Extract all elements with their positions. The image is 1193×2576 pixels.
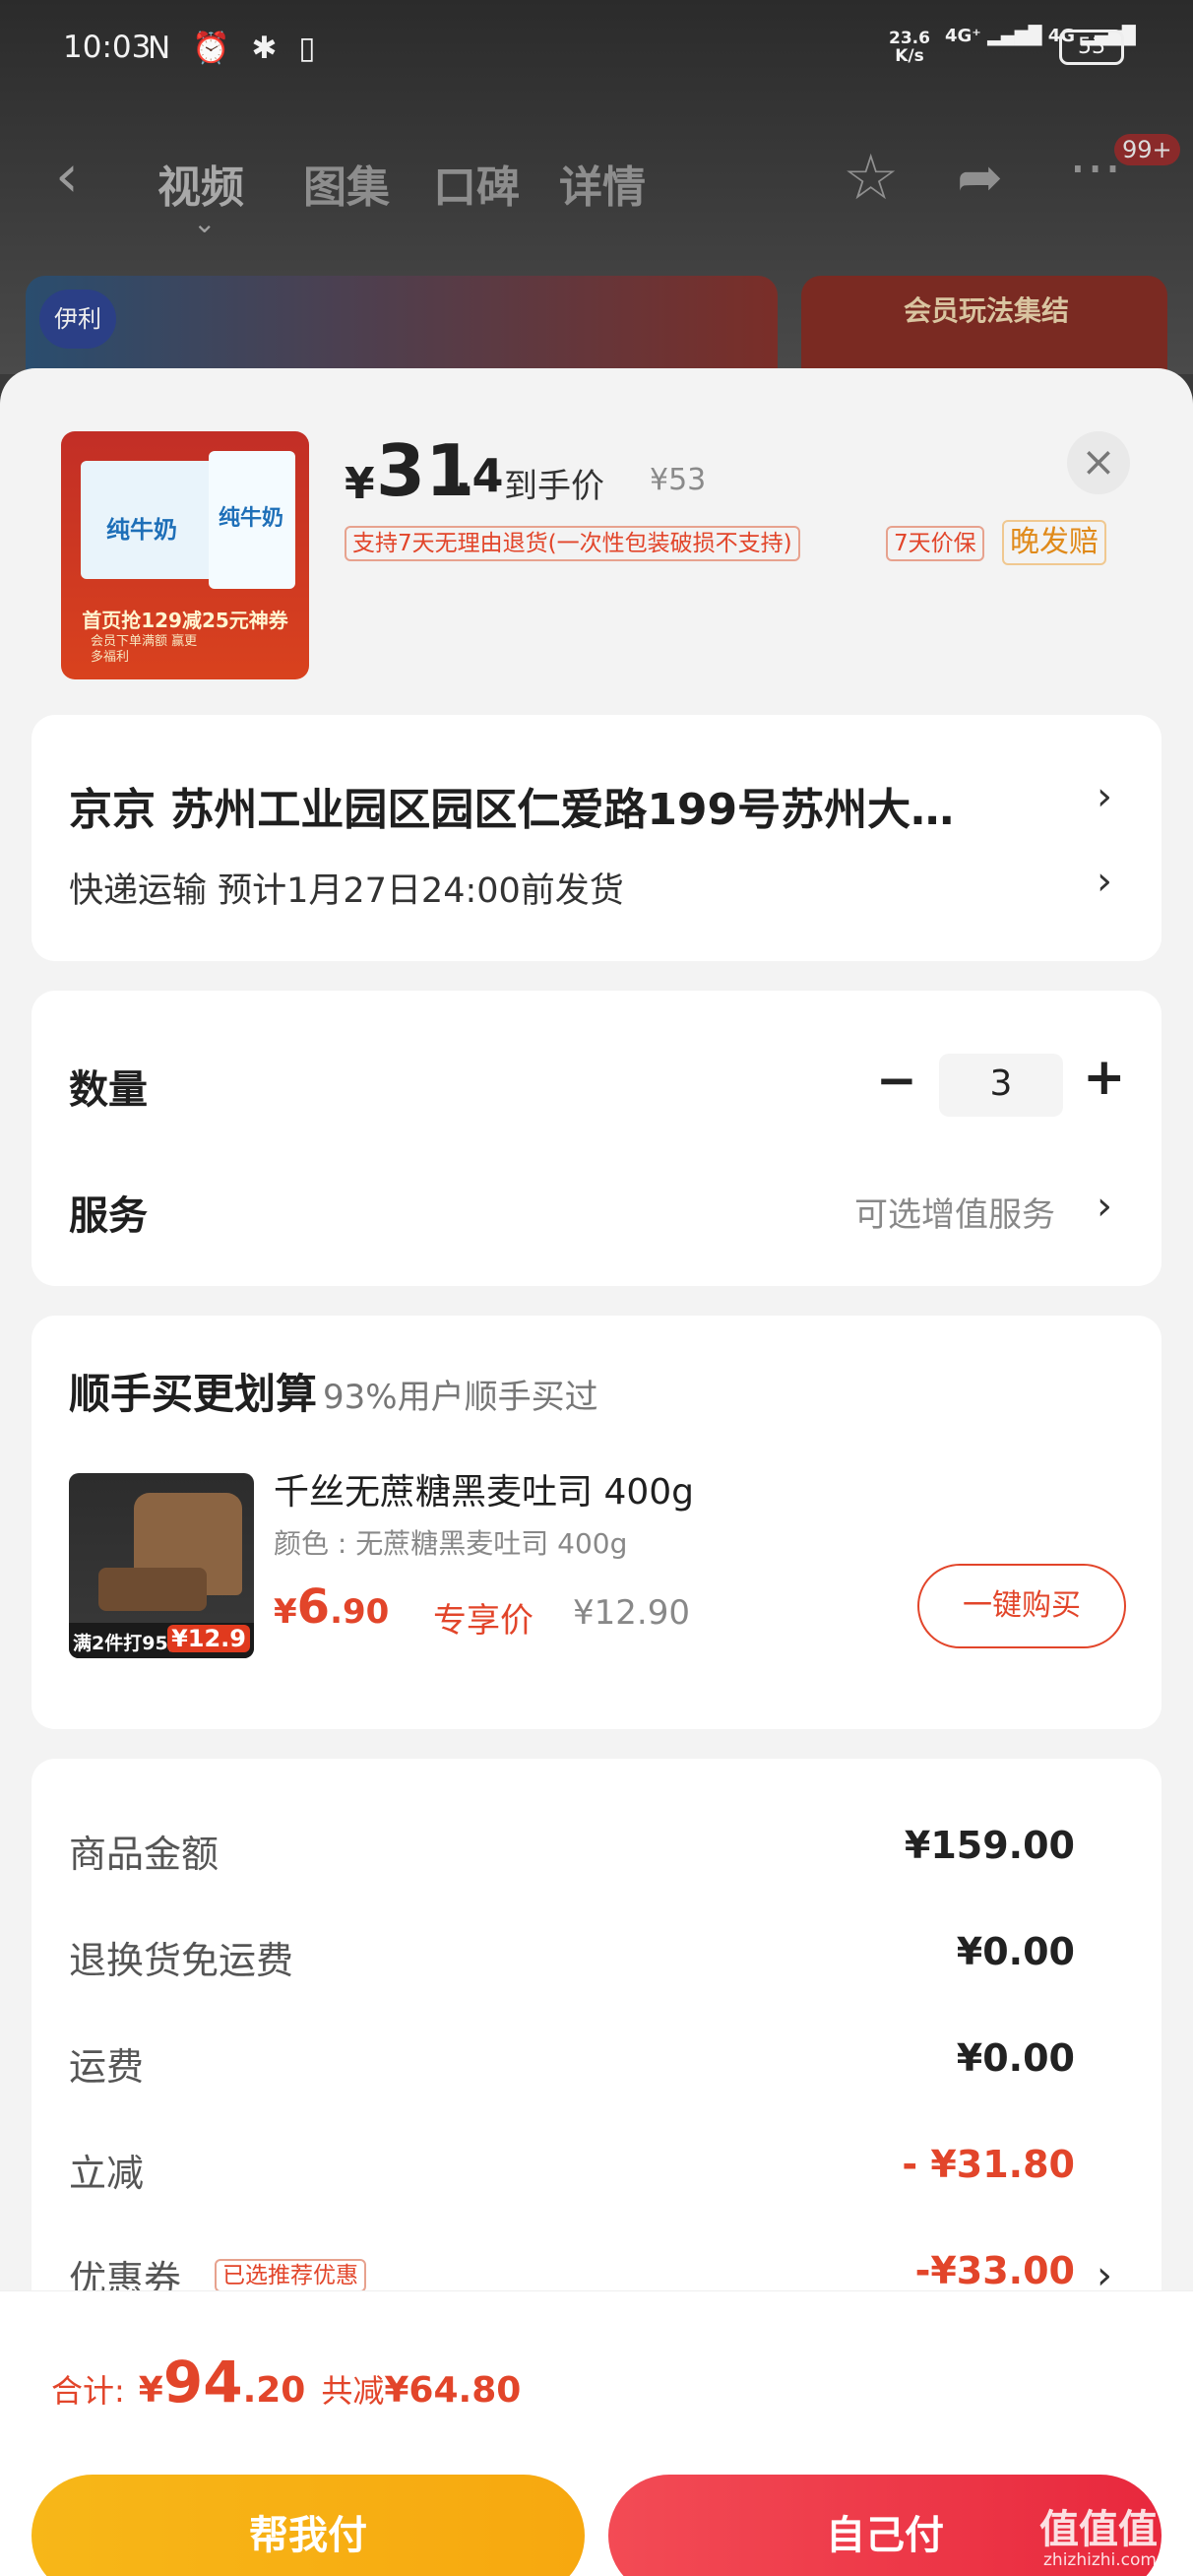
original-price: ¥53 <box>650 463 707 497</box>
total-integer: 94 <box>162 2349 243 2415</box>
total-decimal: .20 <box>242 2370 306 2411</box>
tag-price-protect: 7天价保 <box>886 526 984 561</box>
tab-reviews[interactable]: 口碑 <box>433 152 520 215</box>
summary-key: 退换货免运费 <box>69 1939 294 1982</box>
addon-price: ¥6.90 <box>274 1579 389 1635</box>
back-icon[interactable]: ‹ <box>55 142 79 211</box>
addon-product-name[interactable]: 千丝无蔗糖黑麦吐司 400g <box>274 1463 694 1514</box>
network-speed-unit: K/s <box>895 46 924 66</box>
total-price: 合计: ¥94.20 共减¥64.80 <box>51 2349 521 2415</box>
service-label: 服务 <box>69 1193 148 1239</box>
price-decimal: .4 <box>455 449 504 502</box>
tab-gallery[interactable]: 图集 <box>303 152 390 215</box>
coupon-tag: 已选推荐优惠 <box>215 2259 366 2292</box>
summary-value: -¥33.00 <box>914 2249 1075 2292</box>
share-icon[interactable]: ➦ <box>957 146 1003 210</box>
summary-value: ¥0.00 <box>956 1930 1075 1973</box>
summary-value: ¥159.00 <box>904 1824 1075 1867</box>
thumb-label-2: 纯牛奶 <box>219 506 284 531</box>
one-click-buy-button[interactable]: 一键购买 <box>917 1564 1126 1648</box>
addon-product-color: 颜色 : 无蔗糖黑麦吐司 400g <box>274 1527 628 1560</box>
checkout-footer: 合计: ¥94.20 共减¥64.80 帮我付 自己付 <box>0 2290 1193 2576</box>
summary-row: 立减 - ¥31.80 <box>31 2143 1162 2202</box>
quantity-decrease-button[interactable]: − <box>876 1052 917 1109</box>
chevron-right-icon: › <box>1097 859 1112 904</box>
total-label: 合计: <box>51 2372 125 2410</box>
tab-details[interactable]: 详情 <box>559 152 646 215</box>
summary-row: 运费 ¥0.00 <box>31 2036 1162 2095</box>
watermark-site: zhizhizhi.com <box>1043 2550 1157 2570</box>
price-label: 到手价 <box>504 467 604 506</box>
quantity-input[interactable]: 3 <box>939 1054 1063 1117</box>
summary-value: ¥0.00 <box>956 2036 1075 2080</box>
total-currency: ¥ <box>138 2370 163 2411</box>
status-icons: N ⏰ ✱ ▯ <box>148 31 322 66</box>
chevron-down-icon: ⌄ <box>193 207 217 239</box>
addon-product-image[interactable]: 满2件打95折 ¥12.9 <box>69 1473 254 1658</box>
saved-value: ¥64.80 <box>384 2370 522 2411</box>
close-icon: × <box>1081 437 1116 485</box>
network-speed-value: 23.6 <box>889 29 930 48</box>
chevron-right-icon: › <box>1097 1184 1112 1229</box>
status-time: 10:03 <box>63 30 152 65</box>
watermark-mark: 值值值 <box>1039 2507 1158 2552</box>
delivery-address[interactable]: 京京 苏州工业园区园区仁爱路199号苏州大… <box>69 774 1093 837</box>
signal-1-label: 4G⁺ <box>945 26 981 46</box>
saved-label: 共减 <box>321 2372 385 2410</box>
shipping-info[interactable]: 快递运输 预计1月27日24:00前发货 <box>69 863 624 913</box>
member-banner-title: 会员玩法集结 <box>904 294 1070 327</box>
brand-logo: 伊利 <box>39 290 116 349</box>
chevron-right-icon: › <box>1097 774 1112 819</box>
network-speed: 23.6 K/s <box>889 30 930 65</box>
addon-price-integer: 6 <box>296 1579 331 1635</box>
tag-return-policy: 支持7天无理由退货(一次性包装破损不支持) <box>345 526 800 561</box>
tab-video[interactable]: 视频 <box>157 152 244 215</box>
thumb-label-1: 纯牛奶 <box>106 516 177 544</box>
help-me-pay-button[interactable]: 帮我付 <box>31 2475 585 2576</box>
price-currency: ¥ <box>345 459 375 509</box>
addon-title: 顺手买更划算 93%用户顺手买过 <box>69 1361 598 1421</box>
addon-price-decimal: .90 <box>330 1592 390 1632</box>
quantity-increase-button[interactable]: + <box>1083 1048 1126 1107</box>
summary-key: 立减 <box>69 2152 145 2195</box>
addon-card: 顺手买更划算 93%用户顺手买过 满2件打95折 ¥12.9 千丝无蔗糖黑麦吐司 … <box>31 1316 1162 1729</box>
product-thumbnail: 纯牛奶 纯牛奶 首页抢129减25元神券 会员下单满额 赢更多福利 <box>61 431 309 679</box>
summary-row: 退换货免运费 ¥0.00 <box>31 1930 1162 1989</box>
status-bar: 10:03 N ⏰ ✱ ▯ 23.6 K/s 4G⁺ ▂▄▆█ 4G ▂▄▆█ … <box>0 0 1193 95</box>
addon-price-currency: ¥ <box>274 1592 297 1632</box>
addon-price-label: 专享价 <box>433 1601 534 1641</box>
addon-original-price: ¥12.90 <box>573 1593 690 1633</box>
battery-icon: 53 <box>1059 30 1124 65</box>
service-option[interactable]: 可选增值服务 <box>854 1188 1055 1236</box>
watermark-logo: 值值值 zhizhizhi.com <box>1039 2497 1158 2570</box>
summary-key: 运费 <box>69 2045 145 2089</box>
thumb-sub: 会员下单满额 赢更多福利 <box>91 634 198 665</box>
summary-row: 商品金额 ¥159.00 <box>31 1824 1162 1883</box>
notification-badge: 99+ <box>1114 134 1180 165</box>
top-navigation: ‹ 视频 ⌄ 图集 口碑 详情 ☆ ➦ ··· 99+ <box>0 134 1193 239</box>
purchase-sheet: 纯牛奶 纯牛奶 首页抢129减25元神券 会员下单满额 赢更多福利 ¥ 31 .… <box>0 368 1193 2576</box>
addon-image-price: ¥12.9 <box>167 1625 250 1652</box>
addon-subtitle: 93%用户顺手买过 <box>323 1378 598 1417</box>
thumb-promo: 首页抢129减25元神券 <box>82 609 288 632</box>
favorite-star-icon[interactable]: ☆ <box>843 142 899 215</box>
tag-late-compensation: 晚发赔 <box>1002 520 1106 565</box>
quantity-card: 数量 − 3 + 服务 可选增值服务 › <box>31 991 1162 1286</box>
addon-title-text: 顺手买更划算 <box>69 1370 318 1418</box>
summary-value: - ¥31.80 <box>902 2143 1075 2186</box>
quantity-label: 数量 <box>69 1067 148 1113</box>
close-button[interactable]: × <box>1067 431 1130 494</box>
summary-key: 商品金额 <box>69 1833 220 1876</box>
address-card[interactable]: 京京 苏州工业园区园区仁爱路199号苏州大… › 快递运输 预计1月27日24:… <box>31 715 1162 961</box>
